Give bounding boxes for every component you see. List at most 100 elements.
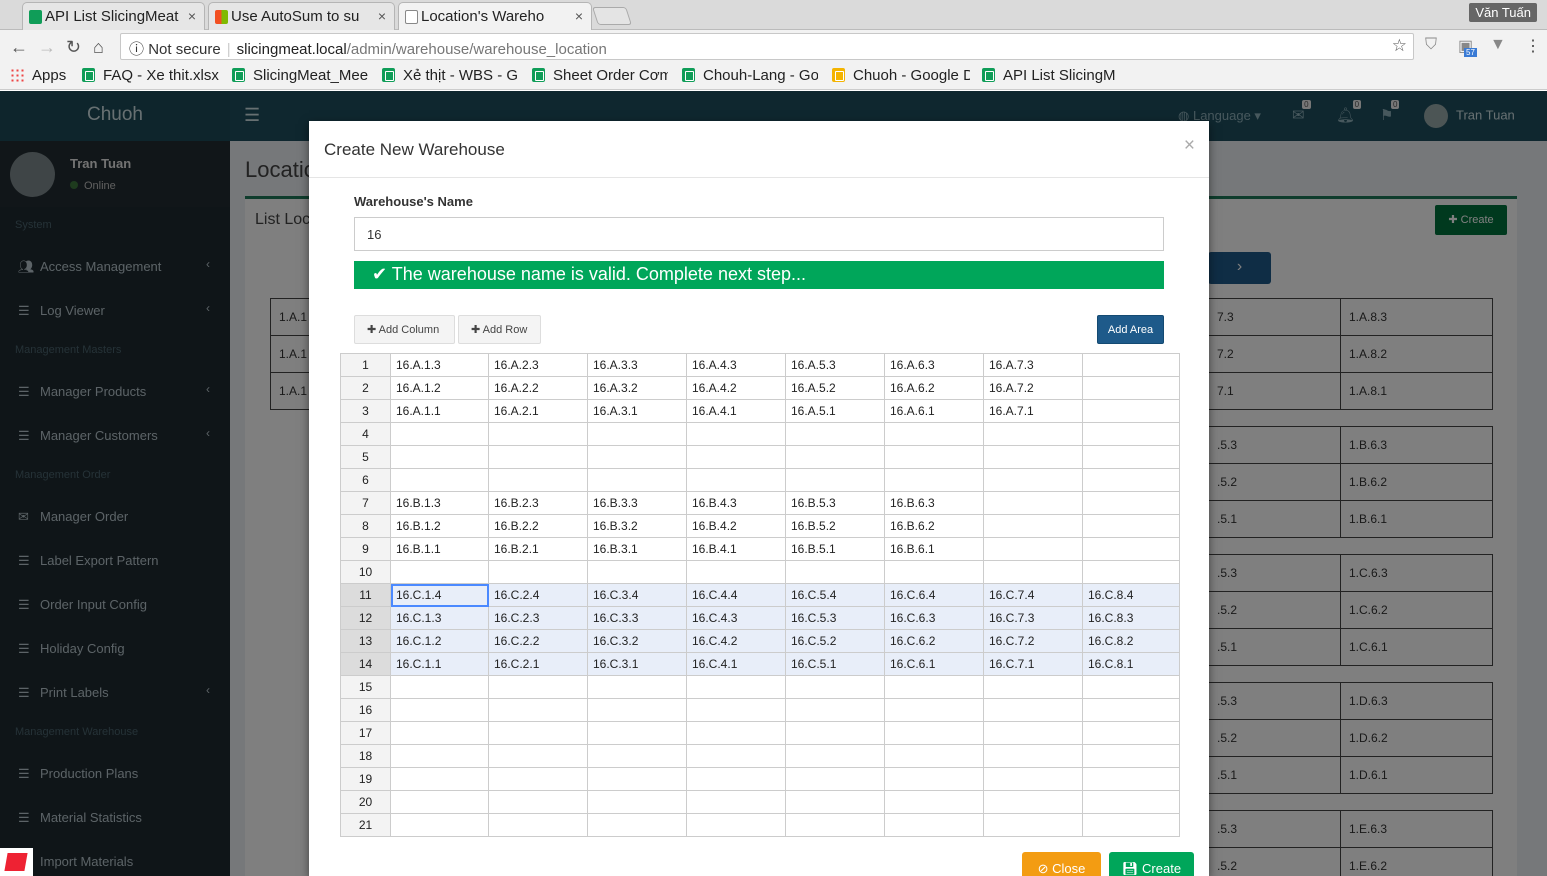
grid-cell[interactable]: 16.C.7.2 [983, 629, 1083, 653]
grid-cell[interactable] [983, 698, 1083, 722]
grid-cell[interactable]: 16.A.6.3 [884, 353, 984, 377]
row-header[interactable]: 8 [340, 514, 391, 538]
row-header[interactable]: 12 [340, 606, 391, 630]
bookmark-item[interactable]: Chouh-Lang - Go [682, 67, 818, 84]
close-button[interactable]: ⊘ Close [1022, 852, 1101, 876]
grid-cell[interactable]: 16.A.7.2 [983, 376, 1083, 400]
warehouse-name-input[interactable] [354, 217, 1164, 251]
grid-cell[interactable] [1082, 767, 1180, 791]
grid-cell[interactable] [488, 721, 588, 745]
grid-cell[interactable] [686, 744, 786, 768]
grid-cell[interactable] [587, 767, 687, 791]
grid-cell[interactable]: 16.B.5.3 [785, 491, 885, 515]
row-header[interactable]: 1 [340, 353, 391, 377]
row-header[interactable]: 21 [340, 813, 391, 837]
close-tab-icon[interactable]: × [575, 8, 583, 24]
grid-cell[interactable]: 16.A.2.3 [488, 353, 588, 377]
grid-cell[interactable] [686, 445, 786, 469]
browser-tab-api-list[interactable]: API List SlicingMeat × [22, 2, 205, 30]
bookmark-apps[interactable]: Apps [10, 67, 66, 84]
grid-cell[interactable] [587, 721, 687, 745]
grid-cell[interactable]: 16.C.3.4 [587, 583, 687, 607]
grid-cell[interactable]: 16.C.3.1 [587, 652, 687, 676]
grid-cell[interactable]: 16.A.3.2 [587, 376, 687, 400]
grid-cell[interactable] [983, 721, 1083, 745]
grid-cell[interactable] [488, 422, 588, 446]
grid-cell[interactable]: 16.A.7.1 [983, 399, 1083, 423]
grid-cell[interactable] [488, 813, 588, 837]
grid-cell[interactable]: 16.C.4.3 [686, 606, 786, 630]
grid-cell[interactable] [686, 468, 786, 492]
grid-cell[interactable]: 16.C.6.2 [884, 629, 984, 653]
grid-cell[interactable] [390, 675, 489, 699]
grid-cell[interactable]: 16.C.5.3 [785, 606, 885, 630]
grid-cell[interactable] [785, 721, 885, 745]
grid-cell[interactable]: 16.A.3.1 [587, 399, 687, 423]
row-header[interactable]: 17 [340, 721, 391, 745]
grid-cell[interactable] [785, 744, 885, 768]
row-header[interactable]: 4 [340, 422, 391, 446]
reload-icon[interactable]: ↻ [66, 37, 81, 58]
grid-cell[interactable]: 16.C.3.3 [587, 606, 687, 630]
create-button[interactable]: 💾︎ Create [1109, 852, 1194, 876]
grid-cell[interactable]: 16.A.5.3 [785, 353, 885, 377]
grid-cell[interactable] [1082, 422, 1180, 446]
close-tab-icon[interactable]: × [188, 8, 196, 24]
grid-cell[interactable] [390, 422, 489, 446]
grid-cell[interactable] [390, 813, 489, 837]
grid-cell[interactable]: 16.C.4.2 [686, 629, 786, 653]
bookmark-star-icon[interactable]: ☆ [1392, 36, 1407, 56]
back-icon[interactable]: ← [10, 37, 28, 58]
grid-cell[interactable]: 16.B.3.2 [587, 514, 687, 538]
grid-cell[interactable]: 16.A.1.2 [390, 376, 489, 400]
grid-cell[interactable] [390, 468, 489, 492]
grid-cell[interactable] [390, 790, 489, 814]
row-header[interactable]: 5 [340, 445, 391, 469]
grid-cell[interactable] [983, 491, 1083, 515]
grid-cell[interactable] [884, 468, 984, 492]
grid-cell[interactable]: 16.C.5.4 [785, 583, 885, 607]
grid-cell[interactable]: 16.C.5.2 [785, 629, 885, 653]
grid-cell[interactable] [983, 514, 1083, 538]
grid-cell[interactable]: 16.C.7.4 [983, 583, 1083, 607]
grid-cell[interactable]: 16.B.4.1 [686, 537, 786, 561]
grid-cell[interactable] [1082, 721, 1180, 745]
grid-cell[interactable]: 16.A.2.1 [488, 399, 588, 423]
grid-cell[interactable] [1082, 353, 1180, 377]
grid-cell[interactable] [884, 744, 984, 768]
grid-cell[interactable] [983, 675, 1083, 699]
row-header[interactable]: 16 [340, 698, 391, 722]
vue-devtools-icon[interactable]: ▼ [1490, 36, 1506, 54]
row-header[interactable]: 13 [340, 629, 391, 653]
grid-cell[interactable]: 16.B.4.2 [686, 514, 786, 538]
grid-cell[interactable]: 16.B.4.3 [686, 491, 786, 515]
grid-cell[interactable] [686, 698, 786, 722]
grid-cell[interactable] [983, 744, 1083, 768]
bookmark-item[interactable]: SlicingMeat_Mee [232, 67, 370, 84]
grid-cell[interactable] [1082, 491, 1180, 515]
grid-cell[interactable] [587, 675, 687, 699]
grid-cell[interactable]: 16.C.3.2 [587, 629, 687, 653]
grid-cell[interactable] [785, 422, 885, 446]
grid-cell[interactable]: 16.B.5.1 [785, 537, 885, 561]
grid-cell[interactable] [785, 445, 885, 469]
grid-cell[interactable]: 16.A.1.1 [390, 399, 489, 423]
grid-cell[interactable] [587, 698, 687, 722]
bookmark-item[interactable]: API List SlicingM [982, 67, 1120, 84]
grid-cell[interactable]: 16.C.2.3 [488, 606, 588, 630]
grid-cell[interactable] [686, 790, 786, 814]
grid-cell[interactable] [1082, 537, 1180, 561]
row-header[interactable]: 18 [340, 744, 391, 768]
forward-icon[interactable]: → [38, 37, 56, 58]
grid-cell[interactable]: 16.A.6.2 [884, 376, 984, 400]
grid-cell[interactable] [488, 468, 588, 492]
grid-cell[interactable]: 16.B.2.1 [488, 537, 588, 561]
grid-cell[interactable]: 16.B.2.3 [488, 491, 588, 515]
grid-cell[interactable] [1082, 790, 1180, 814]
extension-icon[interactable]: ▣ 57 [1458, 36, 1477, 57]
grid-cell[interactable] [785, 813, 885, 837]
grid-cell[interactable]: 16.C.7.3 [983, 606, 1083, 630]
grid-cell[interactable]: 16.C.2.4 [488, 583, 588, 607]
home-icon[interactable]: ⌂ [93, 37, 104, 58]
grid-cell[interactable] [983, 537, 1083, 561]
